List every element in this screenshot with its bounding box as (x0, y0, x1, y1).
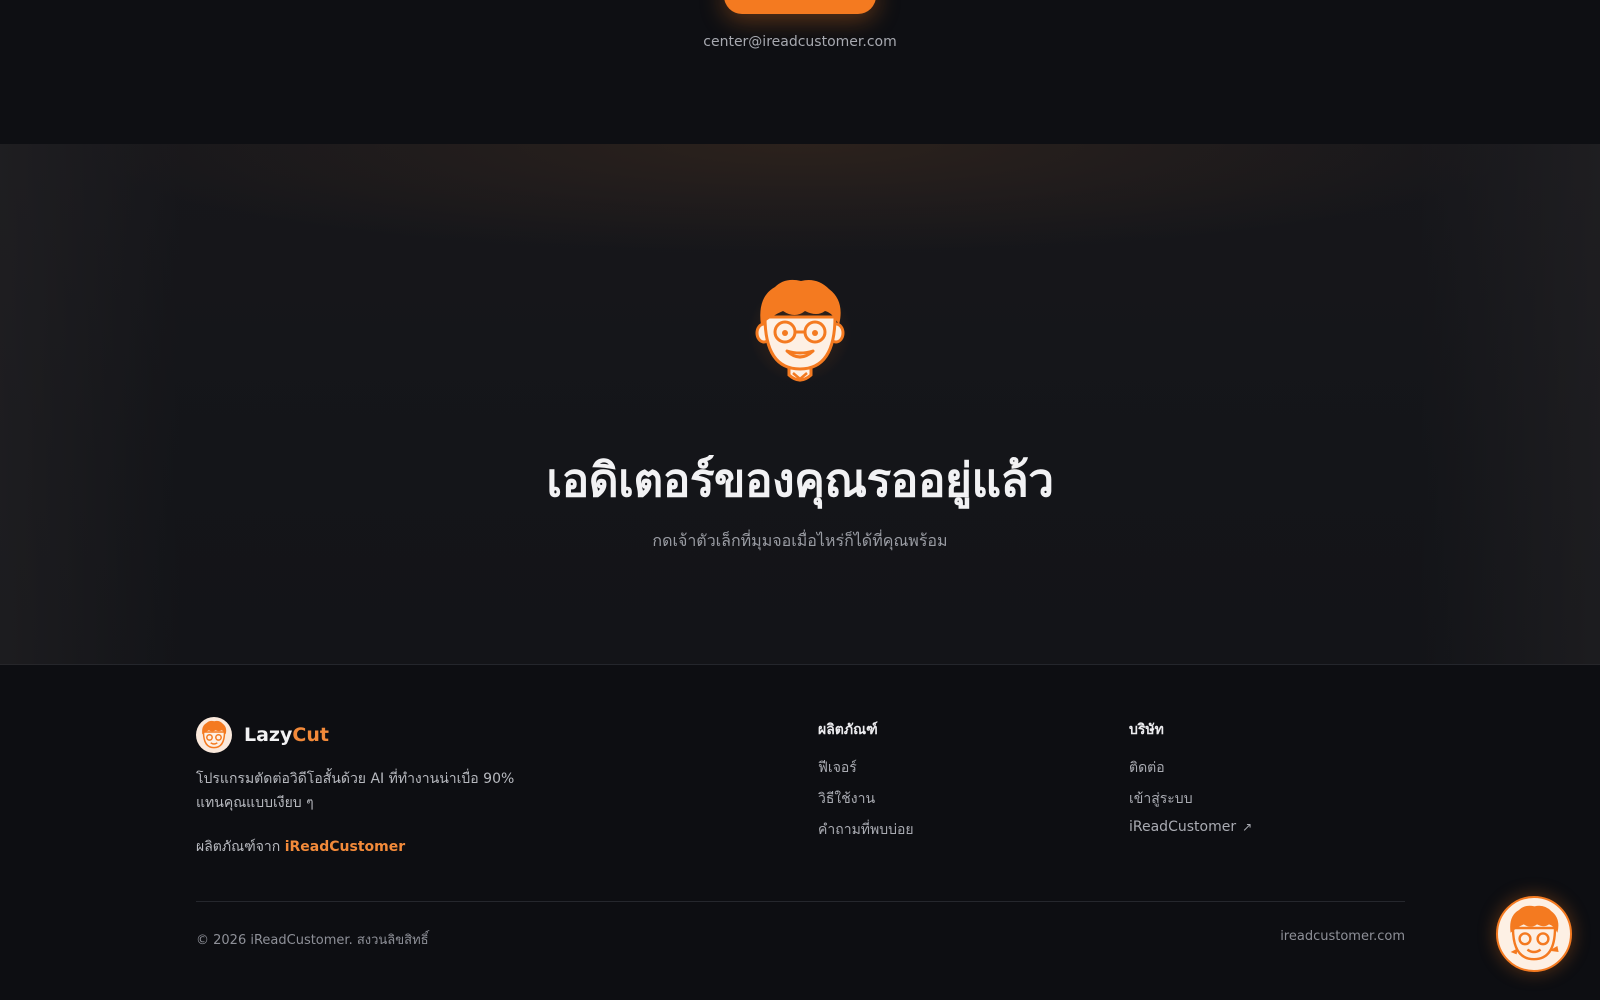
contact-email[interactable]: center@ireadcustomer.com (0, 34, 1600, 50)
footer: LazyCut โปรแกรมตัดต่อวิดีโอสั้นด้วย AI ท… (0, 665, 1600, 1000)
brand-name: LazyCut (244, 724, 329, 746)
footer-link-ireadcustomer[interactable]: iReadCustomer ↗ (1129, 819, 1252, 838)
brand-name-lazy: Lazy (244, 724, 293, 746)
hero-subtitle: กดเจ้าตัวเล็กที่มุมจอเมื่อไหร่ก็ได้ที่คุ… (652, 531, 948, 550)
footer-link-how-to[interactable]: วิธีใช้งาน (818, 788, 914, 807)
brand-by-link[interactable]: iReadCustomer (285, 839, 405, 855)
hero-title: เอดิเตอร์ของคุณรออยู่แล้ว (546, 453, 1054, 507)
footer-divider (196, 901, 1405, 902)
external-link-icon: ↗ (1242, 820, 1253, 834)
brand[interactable]: LazyCut (196, 717, 329, 753)
site-url-link[interactable]: ireadcustomer.com (1280, 929, 1405, 944)
footer-link-features[interactable]: ฟีเจอร์ (818, 757, 914, 776)
brand-description: โปรแกรมตัดต่อวิดีโอสั้นด้วย AI ที่ทำงานน… (196, 771, 515, 811)
top-section: center@ireadcustomer.com (0, 0, 1600, 144)
footer-link-ireadcustomer-label: iReadCustomer (1129, 819, 1237, 835)
column-title: ผลิตภัณฑ์ (818, 722, 878, 738)
mascot-face-icon (1510, 905, 1559, 961)
column-title: บริษัท (1129, 722, 1164, 738)
floating-mascot-button[interactable] (1496, 896, 1572, 972)
footer-column-company: บริษัท ติดต่อ เข้าสู่ระบบ iReadCustomer ↗ (1129, 719, 1252, 850)
brand-by-label: ผลิตภัณฑ์จาก (196, 839, 281, 855)
cta-button[interactable] (724, 0, 876, 14)
footer-link-contact[interactable]: ติดต่อ (1129, 757, 1252, 776)
mascot-face-icon (738, 270, 862, 394)
copyright: © 2026 iReadCustomer. สงวนลิขสิทธิ์ (196, 933, 429, 948)
brand-logo-icon (196, 717, 232, 753)
brand-name-cut: Cut (292, 724, 329, 746)
footer-link-faq[interactable]: คำถามที่พบบ่อย (818, 819, 914, 838)
brand-by: ผลิตภัณฑ์จาก iReadCustomer (196, 836, 405, 858)
hero-section: เอดิเตอร์ของคุณรออยู่แล้ว กดเจ้าตัวเล็กท… (0, 144, 1600, 665)
footer-link-login[interactable]: เข้าสู่ระบบ (1129, 788, 1252, 807)
footer-column-product: ผลิตภัณฑ์ ฟีเจอร์ วิธีใช้งาน คำถามที่พบบ… (818, 719, 914, 850)
